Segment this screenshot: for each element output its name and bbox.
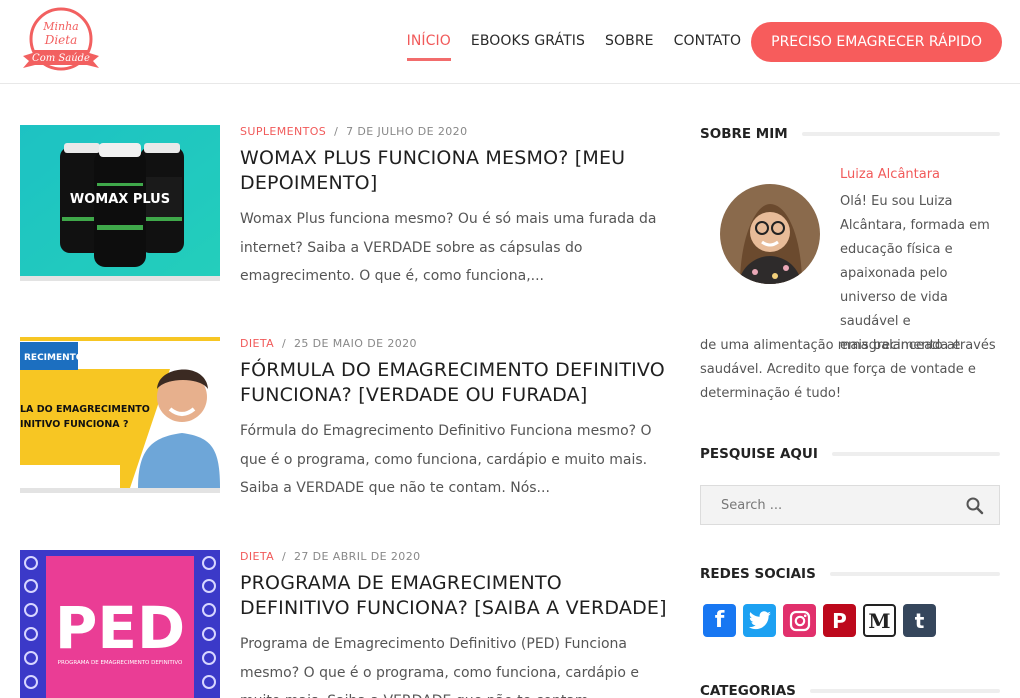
post-thumbnail[interactable]: WOMAX PLUS bbox=[20, 125, 220, 281]
post-category[interactable]: DIETA bbox=[240, 550, 274, 563]
about-text: Olá! Eu sou Luiza Alcântara, formada em … bbox=[840, 194, 996, 353]
title-divider bbox=[829, 572, 1000, 576]
nav-item-sobre[interactable]: SOBRE bbox=[605, 0, 654, 84]
post-meta: SUPLEMENTOS / 7 DE JULHO DE 2020 bbox=[240, 125, 467, 138]
instagram-icon[interactable] bbox=[783, 604, 816, 637]
pinterest-icon[interactable]: P bbox=[823, 604, 856, 637]
nav-item-contato[interactable]: CONTATO bbox=[674, 0, 742, 84]
post-date: 25 DE MAIO DE 2020 bbox=[293, 337, 417, 350]
social-links: f P M t bbox=[703, 604, 943, 637]
thumb-subtext: PROGRAMA DE EMAGRECIMENTO DEFINITIVO bbox=[58, 660, 183, 666]
svg-text:Dieta: Dieta bbox=[44, 33, 78, 47]
widget-title-social: REDES SOCIAIS bbox=[700, 566, 1000, 582]
post-title[interactable]: FÓRMULA DO EMAGRECIMENTO DEFINITIVO FUNC… bbox=[240, 358, 670, 408]
nav-item-ebooks[interactable]: EBOOKS GRÁTIS bbox=[471, 0, 585, 84]
twitter-icon[interactable] bbox=[743, 604, 776, 637]
thumb-text: PED bbox=[55, 594, 185, 662]
post-card: RECIMENTO LA DO EMAGRECIMENTO INITIVO FU… bbox=[20, 337, 665, 517]
svg-text:Com Saúde: Com Saúde bbox=[32, 53, 90, 64]
widget-title-text: PESQUISE AQUI bbox=[700, 446, 818, 462]
cta-button[interactable]: PRECISO EMAGRECER RÁPIDO bbox=[751, 22, 1002, 62]
search-icon[interactable] bbox=[965, 496, 985, 516]
avatar bbox=[720, 184, 820, 284]
svg-text:Minha: Minha bbox=[42, 20, 79, 33]
thumb-text: WOMAX PLUS bbox=[70, 192, 170, 207]
site-logo[interactable]: Minha Dieta Com Saúde bbox=[19, 6, 103, 76]
about-text-continued: de uma alimentação mais balanceada e sau… bbox=[700, 338, 976, 401]
post-title[interactable]: PROGRAMA DE EMAGRECIMENTO DEFINITIVO FUN… bbox=[240, 571, 670, 621]
widget-title-about: SOBRE MIM bbox=[700, 126, 1000, 142]
post-thumbnail[interactable]: RECIMENTO LA DO EMAGRECIMENTO INITIVO FU… bbox=[20, 337, 220, 493]
thumb-line-2: INITIVO FUNCIONA ? bbox=[20, 419, 128, 430]
widget-title-text: SOBRE MIM bbox=[700, 126, 788, 142]
medium-icon[interactable]: M bbox=[863, 604, 896, 637]
facebook-icon[interactable]: f bbox=[703, 604, 736, 637]
meta-separator: / bbox=[334, 125, 339, 138]
post-category[interactable]: DIETA bbox=[240, 337, 274, 350]
post-excerpt: Fórmula do Emagrecimento Definitivo Func… bbox=[240, 423, 652, 496]
about-author-name[interactable]: Luiza Alcântara bbox=[840, 167, 940, 182]
meta-separator: / bbox=[281, 337, 287, 350]
search-input[interactable] bbox=[701, 486, 961, 524]
nav-item-inicio[interactable]: INÍCIO bbox=[406, 0, 452, 84]
post-card: WOMAX PLUS SUPLEMENTOS / 7 DE JULHO DE 2… bbox=[20, 125, 660, 305]
post-date: 27 DE ABRIL DE 2020 bbox=[293, 550, 421, 563]
title-divider bbox=[801, 132, 1000, 136]
widget-title-search: PESQUISE AQUI bbox=[700, 446, 1000, 462]
widget-title-categories: CATEGORIAS bbox=[700, 683, 1000, 698]
post-date: 7 DE JULHO DE 2020 bbox=[346, 125, 468, 138]
site-header: Minha Dieta Com Saúde INÍCIO EBOOKS GRÁT… bbox=[0, 0, 1020, 84]
post-excerpt: Programa de Emagrecimento Definitivo (PE… bbox=[240, 636, 639, 698]
search-form bbox=[700, 485, 1000, 525]
main-nav: INÍCIO EBOOKS GRÁTIS SOBRE CONTATO PRECI… bbox=[387, 0, 1002, 84]
post-title[interactable]: WOMAX PLUS FUNCIONA MESMO? [MEU DEPOIMEN… bbox=[240, 146, 670, 196]
title-divider bbox=[809, 689, 1000, 693]
post-category[interactable]: SUPLEMENTOS bbox=[240, 125, 326, 138]
widget-title-text: REDES SOCIAIS bbox=[700, 566, 816, 582]
post-meta: DIETA / 27 DE ABRIL DE 2020 bbox=[240, 550, 421, 563]
post-thumbnail[interactable]: PED PROGRAMA DE EMAGRECIMENTO DEFINITIVO bbox=[20, 550, 220, 698]
meta-separator: / bbox=[281, 550, 287, 563]
title-divider bbox=[831, 452, 1000, 456]
thumb-banner-text: RECIMENTO bbox=[24, 353, 84, 363]
widget-title-text: CATEGORIAS bbox=[700, 683, 796, 698]
post-card: PED PROGRAMA DE EMAGRECIMENTO DEFINITIVO… bbox=[20, 550, 667, 698]
post-meta: DIETA / 25 DE MAIO DE 2020 bbox=[240, 337, 417, 350]
tumblr-icon[interactable]: t bbox=[903, 604, 936, 637]
thumb-line-1: LA DO EMAGRECIMENTO bbox=[20, 404, 150, 415]
post-excerpt: Womax Plus funciona mesmo? Ou é só mais … bbox=[240, 211, 657, 284]
